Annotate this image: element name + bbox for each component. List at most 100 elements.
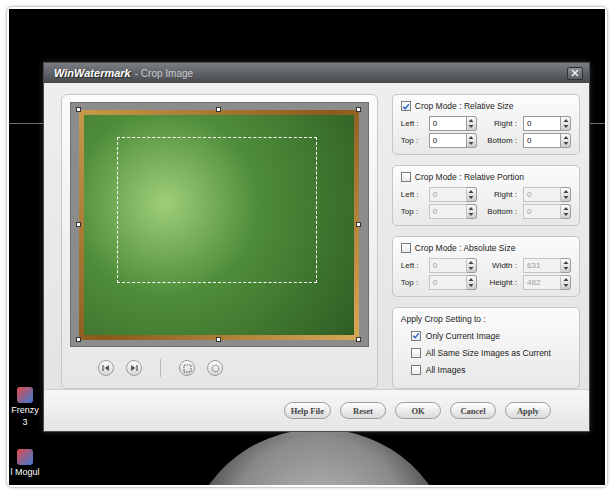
field-label: Bottom : (481, 207, 519, 216)
crop-mode-group: Crop Mode : Relative Portion Left : 0 Right… (392, 165, 580, 226)
crop-handle[interactable] (76, 222, 81, 227)
field-input[interactable]: 0 (523, 133, 561, 148)
spin-button[interactable] (561, 116, 571, 131)
crop-handle[interactable] (356, 337, 361, 342)
spin-field[interactable]: 0 (429, 116, 477, 131)
spin-button (561, 275, 571, 290)
spin-arrows-icon (563, 135, 569, 146)
crop-handle[interactable] (356, 107, 361, 112)
field-input: 631 (523, 258, 561, 273)
field-label: Left : (401, 261, 425, 270)
crop-mode-group: Crop Mode : Relative Size Left : 0 Right : 0… (392, 94, 580, 155)
title-suffix: - Crop Image (135, 68, 563, 79)
crop-mode-checkbox[interactable]: Crop Mode : Relative Portion (401, 171, 571, 183)
checkbox[interactable] (411, 365, 421, 375)
field-input[interactable]: 0 (429, 133, 467, 148)
crop-mode-group: Crop Mode : Absolute SizeLeft :0Width :6… (392, 236, 580, 297)
crop-handle[interactable] (216, 107, 221, 112)
spin-button[interactable] (467, 116, 477, 131)
title-bar[interactable]: WinWatermark - Crop Image (44, 63, 589, 83)
crop-fields: Left :0Width :631Top :0Height :482 (401, 258, 571, 290)
desktop-icon[interactable]: Frenzy3 (9, 387, 47, 427)
spin-arrows-icon (468, 118, 474, 129)
spin-button (467, 204, 477, 219)
image-preview (70, 102, 369, 347)
dialog-button[interactable]: Cancel (450, 402, 496, 419)
actual-size-button[interactable] (207, 360, 223, 376)
crop-fields: Left :0Right :0Top :0Bottom :0 (401, 187, 571, 219)
crop-image-window: WinWatermark - Crop Image Crop Mode : Rela… (43, 62, 590, 432)
spin-field[interactable]: 0 (523, 116, 571, 131)
crop-mode-checkbox[interactable]: Crop Mode : Absolute Size (401, 242, 571, 254)
actual-size-icon (211, 364, 220, 373)
app-icon (17, 387, 33, 403)
field-label: Top : (401, 136, 425, 145)
field-label: Left : (401, 190, 425, 199)
checkbox[interactable] (401, 243, 411, 253)
next-button[interactable] (126, 360, 142, 376)
dialog-button[interactable]: Help File (284, 402, 331, 419)
field-input[interactable]: 0 (429, 116, 467, 131)
apply-option[interactable]: All Same Size Images as Current (401, 346, 571, 359)
apply-option[interactable]: All Images (401, 363, 571, 376)
spin-arrows-icon (468, 260, 474, 271)
desktop-icon[interactable]: l Mogul (9, 449, 47, 477)
field-input: 0 (429, 187, 467, 202)
separator (160, 359, 161, 377)
checkbox[interactable] (401, 172, 411, 182)
app-icon (17, 449, 33, 465)
screenshot: Frenzy3 l Mogul WinWatermark - Crop Image Cr… (0, 0, 614, 494)
settings-column: Crop Mode : Relative Size Left : 0 Right : 0… (392, 94, 580, 389)
crop-handle[interactable] (76, 337, 81, 342)
crop-handle[interactable] (216, 337, 221, 342)
spin-button (467, 275, 477, 290)
spin-arrows-icon (563, 206, 569, 217)
navigation-bar (70, 355, 369, 381)
field-input: 0 (429, 258, 467, 273)
dialog-button[interactable]: OK (395, 402, 441, 419)
spin-arrows-icon (468, 277, 474, 288)
dialog-button[interactable]: Reset (340, 402, 386, 419)
spin-field: 0 (523, 204, 571, 219)
title: WinWatermark (54, 67, 131, 79)
check-icon (402, 102, 410, 111)
dialog-button[interactable]: Apply (505, 402, 551, 419)
close-button[interactable] (567, 67, 583, 80)
crop-handle[interactable] (356, 222, 361, 227)
spin-button[interactable] (467, 133, 477, 148)
previous-icon (102, 364, 110, 372)
field-label: Left : (401, 119, 425, 128)
spin-button (561, 187, 571, 202)
spin-field[interactable]: 0 (523, 133, 571, 148)
field-label: Bottom : (481, 136, 519, 145)
spin-arrows-icon (563, 118, 569, 129)
field-label: Right : (481, 119, 519, 128)
spin-button (561, 258, 571, 273)
field-label: Top : (401, 207, 425, 216)
apply-option[interactable]: Only Current Image (401, 329, 571, 342)
field-input: 0 (523, 187, 561, 202)
spin-button[interactable] (561, 133, 571, 148)
button-bar: Help File Reset OK Cancel Apply (44, 389, 589, 431)
spin-arrows-icon (468, 135, 474, 146)
desktop-icon-label: 3 (22, 417, 27, 427)
previous-button[interactable] (98, 360, 114, 376)
field-input[interactable]: 0 (523, 116, 561, 131)
spin-field: 0 (429, 258, 477, 273)
checkbox[interactable] (411, 348, 421, 358)
spin-field: 0 (523, 187, 571, 202)
checkbox[interactable] (401, 101, 411, 111)
fit-button[interactable] (179, 360, 195, 376)
spin-field: 631 (523, 258, 571, 273)
field-label: Right : (481, 190, 519, 199)
screenshot-frame: Frenzy3 l Mogul WinWatermark - Crop Image Cr… (6, 6, 608, 488)
crop-handle[interactable] (76, 107, 81, 112)
desktop: Frenzy3 l Mogul WinWatermark - Crop Image Cr… (9, 9, 605, 485)
spin-field[interactable]: 0 (429, 133, 477, 148)
photo-frame (79, 110, 359, 340)
fit-icon (183, 364, 192, 373)
field-label: Top : (401, 278, 425, 287)
crop-selection[interactable] (117, 137, 317, 283)
crop-mode-checkbox[interactable]: Crop Mode : Relative Size (401, 100, 571, 112)
checkbox[interactable] (411, 331, 421, 341)
